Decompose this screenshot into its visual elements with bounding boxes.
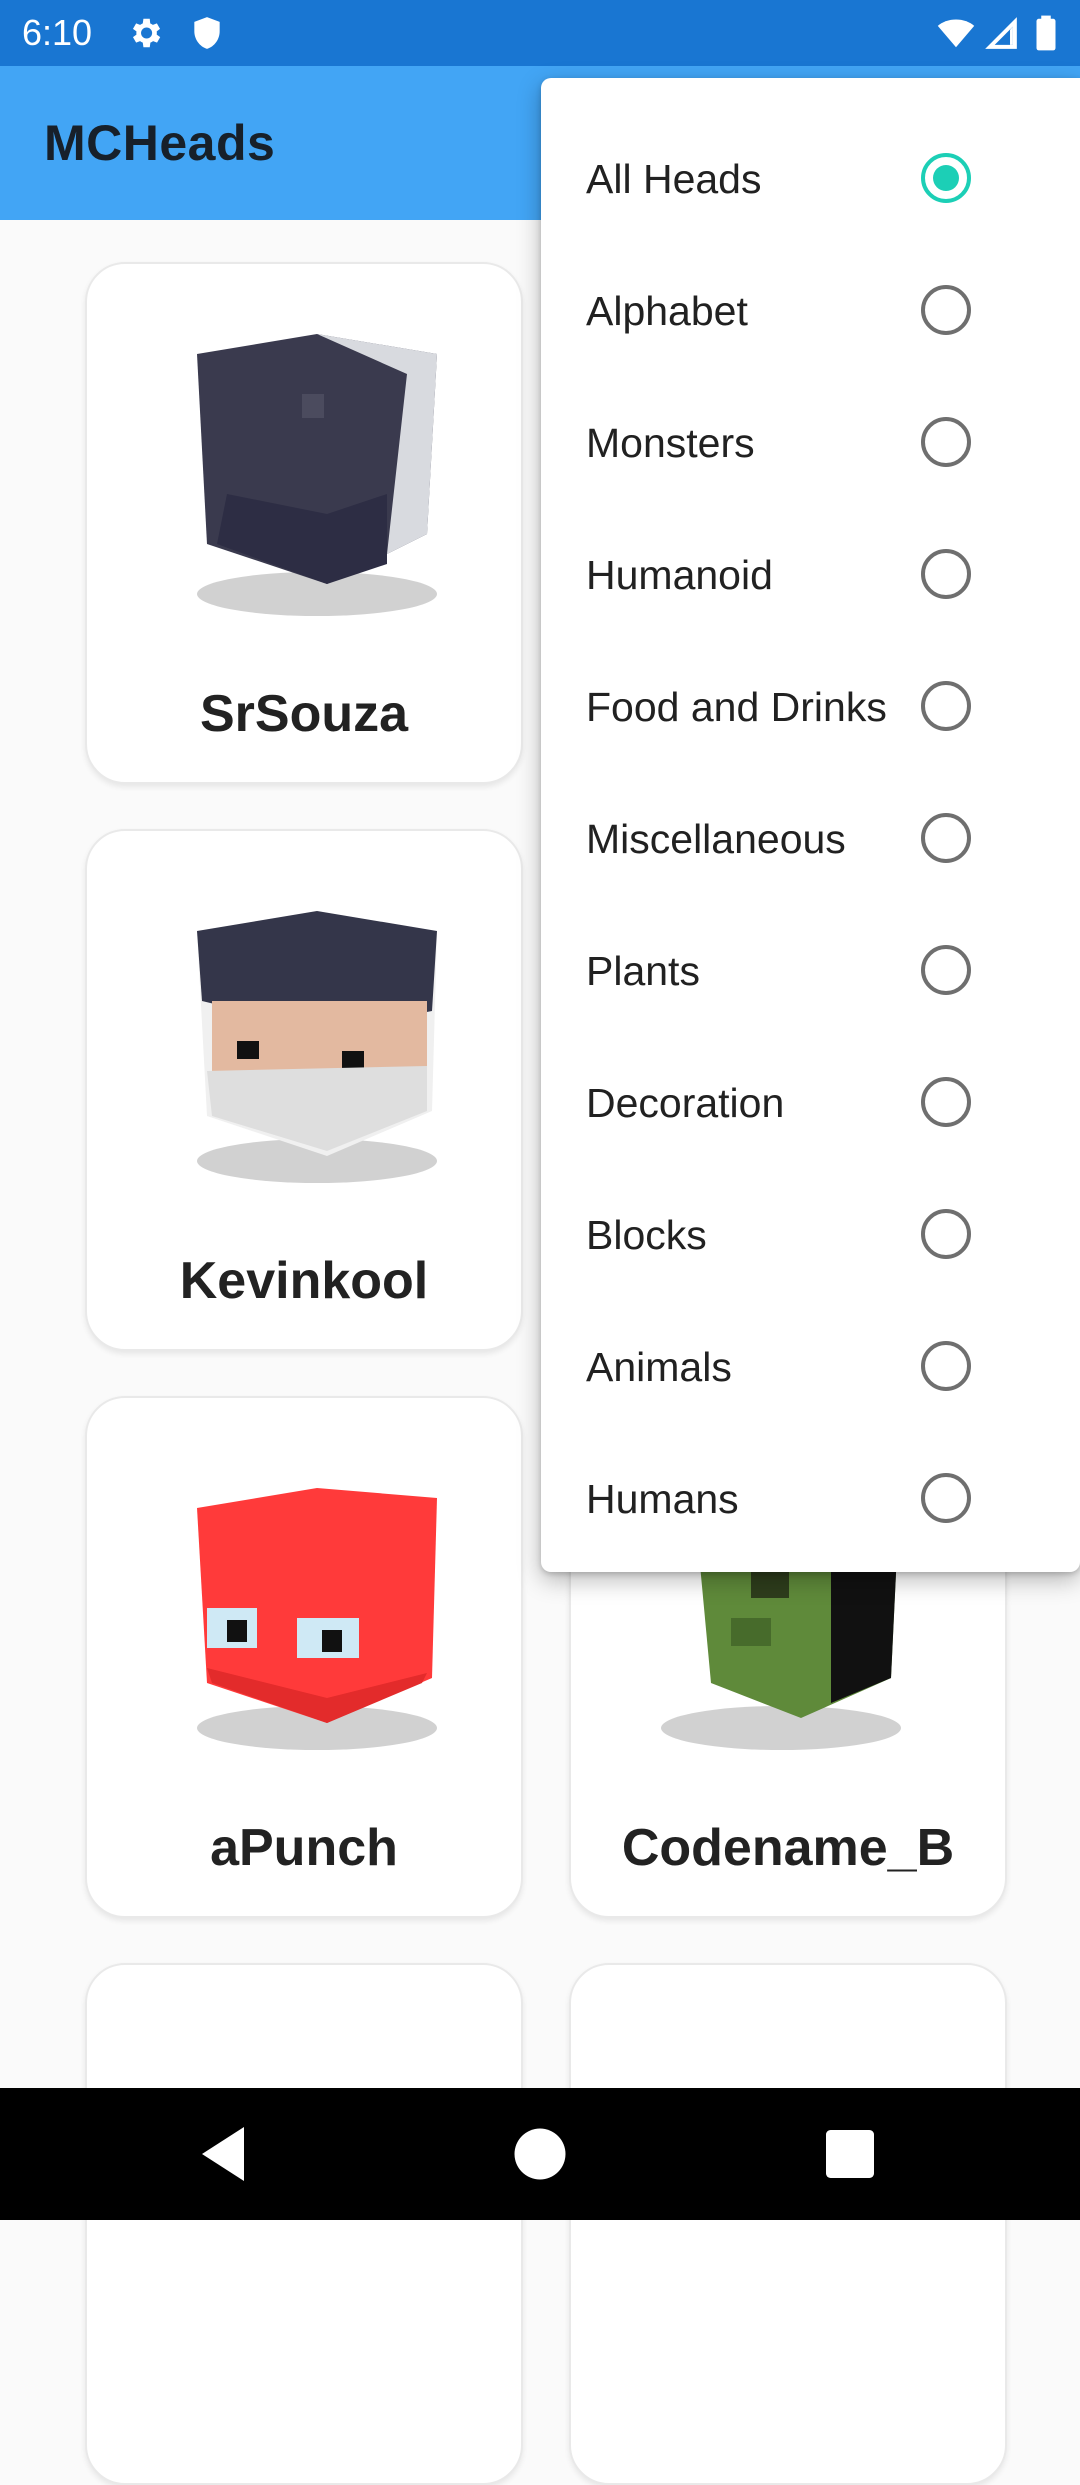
menu-item-humanoid[interactable]: Humanoid <box>541 509 1080 641</box>
battery-icon <box>1036 15 1056 51</box>
menu-item-humans[interactable]: Humans <box>541 1433 1080 1565</box>
head-card[interactable]: aPunch <box>85 1396 523 1918</box>
menu-item-label: Monsters <box>586 420 755 466</box>
radio-button[interactable] <box>921 813 971 863</box>
status-bar: 6:10 <box>0 0 1080 66</box>
menu-item-animals[interactable]: Animals <box>541 1301 1080 1433</box>
home-icon[interactable] <box>504 2118 576 2190</box>
menu-item-label: Decoration <box>586 1080 785 1126</box>
radio-button[interactable] <box>921 549 971 599</box>
radio-button[interactable] <box>921 153 971 203</box>
menu-item-label: Alphabet <box>586 288 748 334</box>
menu-item-miscellaneous[interactable]: Miscellaneous <box>541 773 1080 905</box>
radio-button[interactable] <box>921 285 971 335</box>
head-name: SrSouza <box>199 685 409 743</box>
head-card[interactable]: Kevinkool <box>85 829 523 1351</box>
head-image <box>197 334 437 616</box>
recents-icon[interactable] <box>814 2118 886 2190</box>
head-name: aPunch <box>210 1819 398 1877</box>
status-time: 6:10 <box>22 12 93 53</box>
menu-item-plants[interactable]: Plants <box>541 905 1080 1037</box>
radio-button[interactable] <box>921 681 971 731</box>
radio-button[interactable] <box>921 945 971 995</box>
navigation-bar <box>0 2088 1080 2220</box>
menu-item-blocks[interactable]: Blocks <box>541 1169 1080 1301</box>
radio-button[interactable] <box>921 1077 971 1127</box>
category-menu: All Heads Alphabet Monsters Humanoid Foo… <box>541 78 1080 1572</box>
head-name: Codename_B <box>621 1819 955 1877</box>
head-card[interactable] <box>85 1963 523 2485</box>
radio-button[interactable] <box>921 1341 971 1391</box>
head-card[interactable]: SrSouza <box>85 262 523 784</box>
shield-icon <box>194 17 220 49</box>
radio-button[interactable] <box>921 417 971 467</box>
menu-item-monsters[interactable]: Monsters <box>541 377 1080 509</box>
menu-item-decoration[interactable]: Decoration <box>541 1037 1080 1169</box>
menu-item-all-heads[interactable]: All Heads <box>541 113 1080 245</box>
menu-item-label: Humanoid <box>586 552 773 598</box>
menu-item-label: Blocks <box>586 1212 707 1258</box>
head-image <box>197 911 437 1183</box>
menu-item-food-and-drinks[interactable]: Food and Drinks <box>541 641 1080 773</box>
settings-icon <box>132 18 161 48</box>
head-image <box>197 1488 437 1750</box>
app-title: MCHeads <box>44 115 276 171</box>
menu-item-label: Animals <box>586 1344 732 1390</box>
menu-item-label: All Heads <box>586 156 762 202</box>
menu-item-label: Plants <box>586 948 700 994</box>
menu-item-alphabet[interactable]: Alphabet <box>541 245 1080 377</box>
back-icon[interactable] <box>190 2118 262 2190</box>
head-card[interactable] <box>569 1963 1007 2485</box>
radio-button[interactable] <box>921 1209 971 1259</box>
radio-button[interactable] <box>921 1473 971 1523</box>
menu-item-label: Humans <box>586 1476 739 1522</box>
menu-item-label: Food and Drinks <box>586 684 887 730</box>
menu-item-label: Miscellaneous <box>586 816 846 862</box>
head-name: Kevinkool <box>179 1252 429 1310</box>
wifi-icon <box>937 19 975 48</box>
signal-icon <box>985 17 1017 49</box>
